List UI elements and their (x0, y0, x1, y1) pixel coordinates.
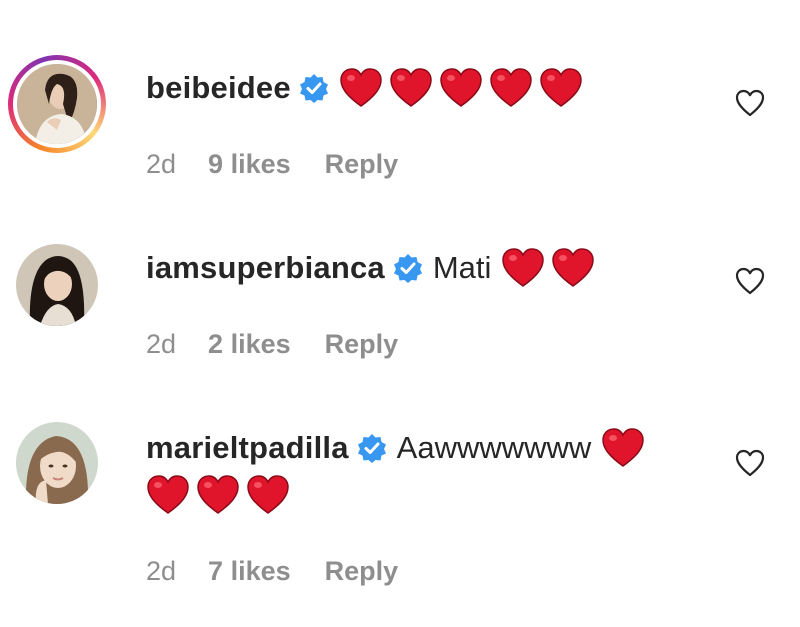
red-heart-emoji (490, 68, 532, 107)
likes-count[interactable]: 7 likes (208, 556, 291, 587)
comment-text: Mati (432, 250, 492, 285)
username[interactable]: iamsuperbianca (146, 250, 385, 286)
username[interactable]: marieltpadilla (146, 430, 349, 466)
red-heart-emoji (340, 68, 382, 107)
reply-button[interactable]: Reply (325, 556, 399, 587)
heart-outline-icon[interactable] (734, 88, 766, 118)
red-heart-emoji (502, 248, 545, 287)
red-heart-emoji (147, 475, 189, 514)
heart-emoji-group (146, 475, 296, 515)
avatar-container[interactable] (14, 420, 100, 506)
comment-meta: 2d 7 likes Reply (146, 553, 398, 589)
avatar (16, 244, 98, 326)
comment-time[interactable]: 2d (146, 149, 176, 180)
comment-time[interactable]: 2d (146, 556, 176, 587)
comment-text: Aawwwwwww (396, 430, 592, 465)
avatar-container[interactable] (14, 242, 100, 328)
red-heart-emoji (602, 428, 645, 467)
comment-item: marieltpadilla Aawwwwwww 2d 7 likes Repl… (0, 0, 800, 586)
comment-time[interactable]: 2d (146, 329, 176, 360)
heart-outline-icon[interactable] (734, 266, 766, 296)
comment-line: marieltpadilla Aawwwwwww (146, 424, 651, 472)
avatar-story-ring[interactable] (8, 55, 106, 153)
avatar (16, 422, 98, 504)
red-heart-emoji (390, 68, 432, 107)
red-heart-emoji (197, 475, 239, 514)
verified-badge-icon (393, 253, 423, 283)
red-heart-emoji (540, 68, 582, 107)
avatar (17, 64, 97, 144)
heart-emoji-group (501, 248, 601, 288)
comment-meta: 2d 9 likes Reply (146, 146, 398, 182)
username[interactable]: beibeidee (146, 70, 291, 106)
reply-button[interactable]: Reply (325, 329, 399, 360)
verified-badge-icon (299, 73, 329, 103)
red-heart-emoji (440, 68, 482, 107)
comment-line: beibeidee (146, 64, 589, 112)
heart-emoji-group (339, 68, 589, 108)
comment-line-continued (146, 472, 296, 518)
red-heart-emoji (552, 248, 595, 287)
comment-line: iamsuperbianca Mati (146, 244, 601, 292)
heart-outline-icon[interactable] (734, 448, 766, 478)
comment-item: beibeidee 2d 9 likes Reply (0, 0, 800, 200)
likes-count[interactable]: 2 likes (208, 329, 291, 360)
likes-count[interactable]: 9 likes (208, 149, 291, 180)
reply-button[interactable]: Reply (325, 149, 399, 180)
verified-badge-icon (357, 433, 387, 463)
red-heart-emoji (247, 475, 289, 514)
comment-meta: 2d 2 likes Reply (146, 326, 398, 362)
heart-emoji-group (601, 428, 651, 468)
